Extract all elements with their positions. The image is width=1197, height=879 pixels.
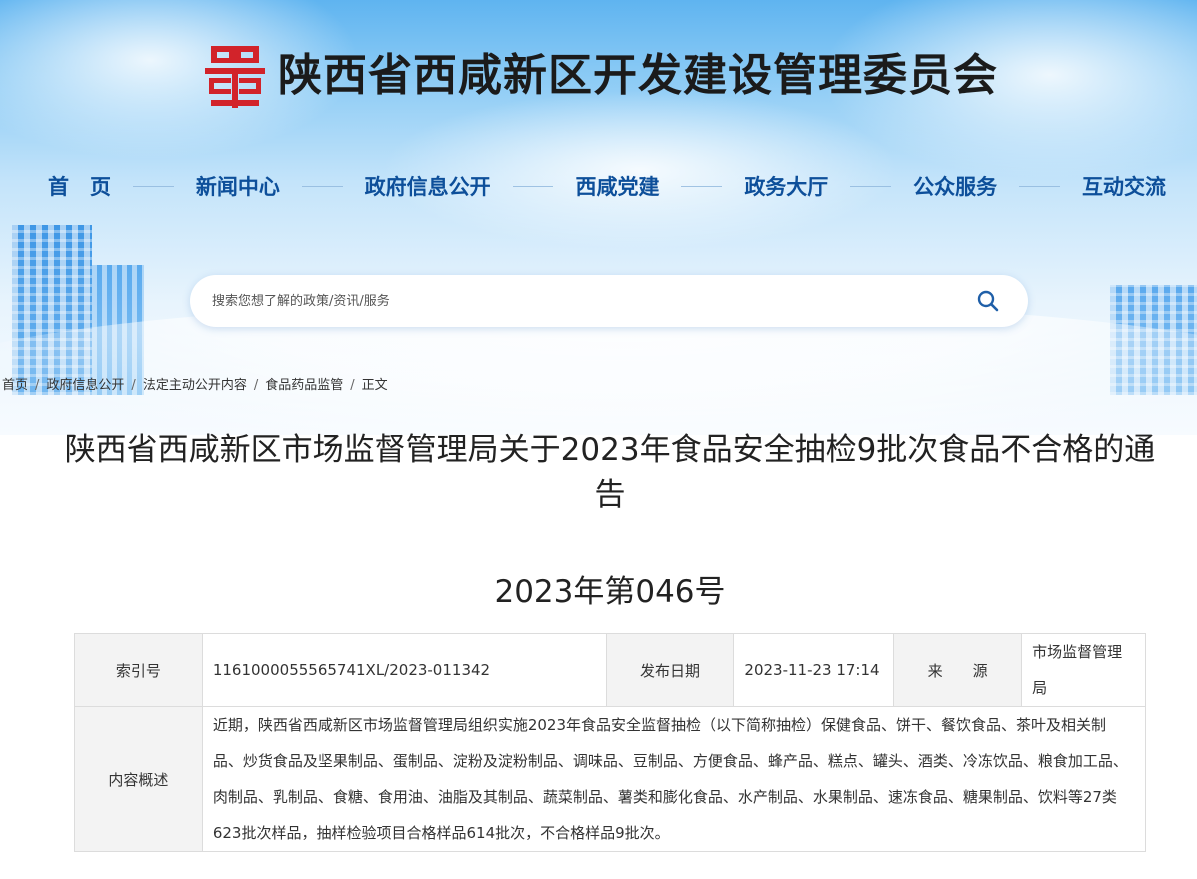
breadcrumb: 首页 / 政府信息公开 / 法定主动公开内容 / 食品药品监管 / 正文: [2, 374, 388, 393]
date-value: 2023-11-23 17:14: [733, 633, 895, 707]
breadcrumb-statutory[interactable]: 法定主动公开内容: [143, 378, 247, 393]
nav-divider: [512, 185, 554, 187]
nav-divider: [681, 185, 723, 187]
nav-item-public-service[interactable]: 公众服务: [907, 171, 1003, 201]
nav-divider: [301, 185, 343, 187]
breadcrumb-food-drug[interactable]: 食品药品监管: [265, 378, 343, 393]
site-title: 陕西省西咸新区开发建设管理委员会: [278, 50, 998, 101]
nav-item-gov-info[interactable]: 政府信息公开: [359, 171, 497, 201]
metadata-table: 索引号 1161000055565741XL/2023-011342 发布日期 …: [74, 633, 1147, 852]
source-value: 市场监督管理局: [1021, 633, 1146, 707]
article-title: 陕西省西咸新区市场监督管理局关于2023年食品安全抽检9批次食品不合格的通告: [64, 432, 1156, 513]
main-nav: 首 页 新闻中心 政府信息公开 西咸党建 政务大厅 公众服务 互动交流: [42, 166, 1172, 206]
breadcrumb-separator: /: [350, 378, 355, 393]
nav-divider: [133, 185, 174, 187]
index-label: 索引号: [74, 633, 203, 707]
breadcrumb-separator: /: [253, 378, 259, 393]
breadcrumb-gov-info[interactable]: 政府信息公开: [46, 378, 124, 393]
seal-logo-icon[interactable]: [205, 44, 265, 110]
search-icon[interactable]: [976, 289, 1000, 313]
breadcrumb-home[interactable]: 首页: [2, 378, 28, 393]
nav-item-interaction[interactable]: 互动交流: [1076, 171, 1172, 201]
nav-divider: [1019, 185, 1060, 187]
summary-value: 近期，陕西省西咸新区市场监督管理局组织实施2023年食品安全监督抽检（以下简称抽…: [201, 706, 1147, 852]
nav-divider: [850, 185, 892, 187]
source-label: 来 源: [893, 633, 1023, 707]
table-row: 索引号 1161000055565741XL/2023-011342 发布日期 …: [74, 633, 1146, 707]
breadcrumb-separator: /: [131, 378, 136, 393]
breadcrumb-separator: /: [35, 378, 40, 393]
nav-item-home[interactable]: 首 页: [42, 171, 117, 201]
nav-item-news[interactable]: 新闻中心: [190, 171, 286, 201]
table-row: 内容概述 近期，陕西省西咸新区市场监督管理局组织实施2023年食品安全监督抽检（…: [74, 706, 1147, 852]
index-value: 1161000055565741XL/2023-011342: [201, 633, 607, 707]
breadcrumb-current: 正文: [361, 378, 388, 393]
date-label: 发布日期: [605, 633, 735, 707]
document-number: 2023年第046号: [494, 574, 726, 610]
search-input[interactable]: [210, 292, 954, 310]
summary-label: 内容概述: [74, 706, 203, 852]
search-bar: [190, 275, 1028, 327]
nav-item-gov-hall[interactable]: 政务大厅: [738, 171, 834, 201]
nav-item-party[interactable]: 西咸党建: [569, 171, 665, 201]
page: 陕西省西咸新区开发建设管理委员会 首 页 新闻中心 政府信息公开 西咸党建 政务…: [0, 0, 1197, 879]
